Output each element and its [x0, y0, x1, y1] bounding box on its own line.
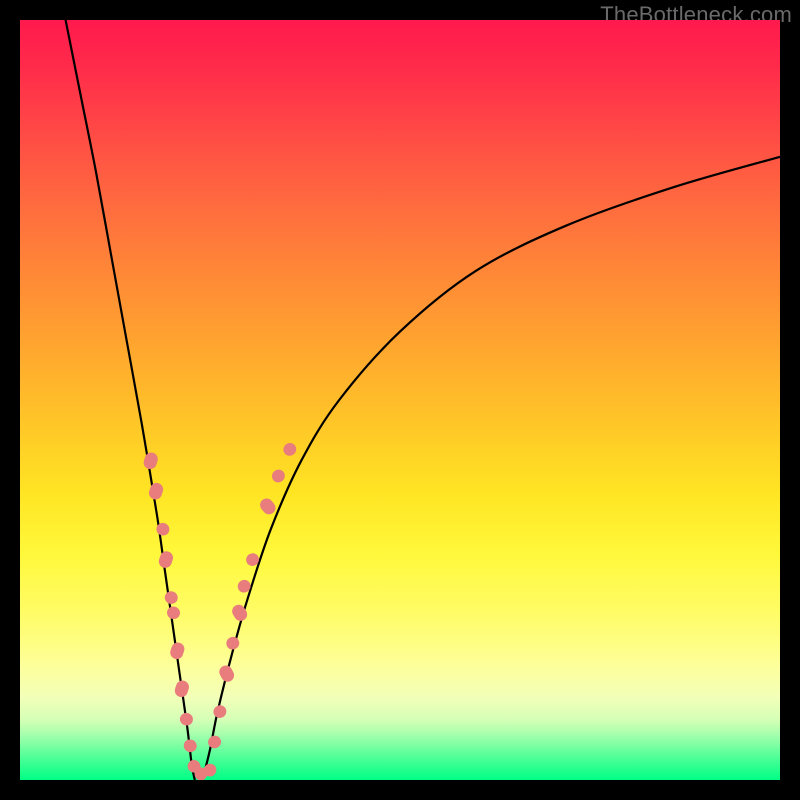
marker-capsule: [269, 467, 287, 485]
marker-capsule: [217, 663, 236, 684]
marker-capsule: [147, 481, 165, 501]
marker-capsule: [211, 703, 228, 720]
marker-capsule: [206, 733, 223, 750]
marker-group: [142, 440, 299, 780]
marker-capsule: [163, 590, 179, 606]
curves-svg: [20, 20, 780, 780]
curve-left-branch: [66, 20, 195, 780]
marker-capsule: [142, 451, 160, 471]
marker-capsule: [173, 679, 191, 699]
marker-capsule: [157, 550, 175, 570]
plot-area: [20, 20, 780, 780]
marker-capsule: [182, 738, 199, 754]
curve-right-branch: [202, 157, 780, 780]
marker-capsule: [281, 440, 299, 458]
marker-capsule: [257, 496, 278, 517]
chart-frame: TheBottleneck.com: [0, 0, 800, 800]
marker-capsule: [169, 641, 187, 661]
marker-capsule: [165, 605, 181, 621]
marker-capsule: [178, 711, 194, 727]
marker-capsule: [224, 635, 242, 652]
